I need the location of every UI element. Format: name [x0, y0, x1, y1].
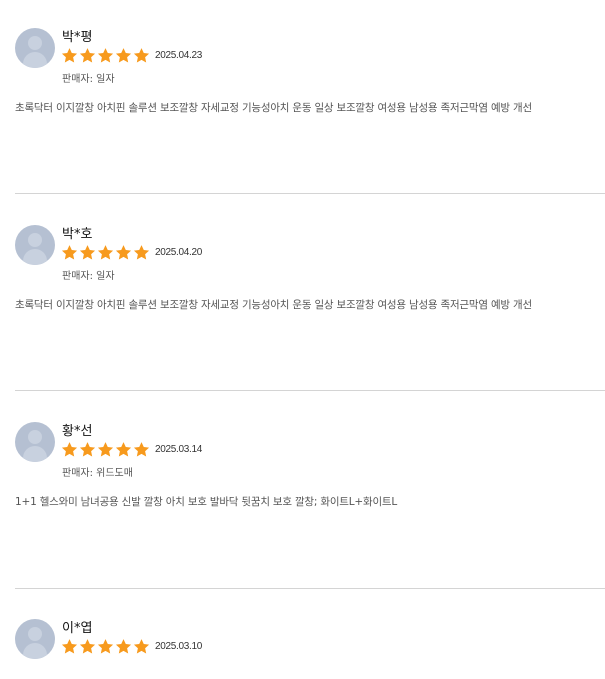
avatar-body-shape	[23, 52, 47, 68]
divider	[15, 390, 605, 391]
star-icon	[61, 244, 78, 259]
seller-label: 판매자: 일자	[62, 74, 115, 85]
reviewer-name: 박*평	[62, 30, 93, 45]
avatar-head-shape	[28, 233, 42, 247]
star-icon	[79, 47, 96, 62]
star-icon	[97, 47, 114, 62]
star-icon	[97, 244, 114, 259]
review-header: 황*선 2025.03.14 판매자: 위드도매	[15, 422, 605, 482]
avatar-head-shape	[28, 36, 42, 50]
review-item: 이*엽 2025.03.10	[15, 619, 605, 679]
seller-label: 판매자: 일자	[62, 271, 115, 282]
review-item: 박*호 2025.04.20 판매자: 일자 초록닥터 이지깔창 아치핀 솔루션…	[15, 225, 605, 311]
star-icon	[79, 441, 96, 456]
product-option-text: 초록닥터 이지깔창 아치핀 솔루션 보조깔창 자세교정 기능성아치 운동 일상 …	[15, 299, 532, 311]
star-icon	[61, 47, 78, 62]
review-item: 박*평 2025.04.23 판매자: 일자 초록닥터 이지깔창 아치핀 솔루션…	[15, 28, 605, 114]
star-icon	[133, 244, 150, 259]
review-item: 황*선 2025.03.14 판매자: 위드도매 1+1 헬스와미 남녀공용 신…	[15, 422, 605, 508]
star-icon	[115, 244, 132, 259]
star-icon	[133, 47, 150, 62]
reviewer-name: 황*선	[62, 424, 93, 439]
star-icon	[133, 638, 150, 653]
avatar-head-shape	[28, 627, 42, 641]
avatar-head-shape	[28, 430, 42, 444]
star-icon	[133, 441, 150, 456]
star-icon	[115, 441, 132, 456]
seller-label: 판매자: 위드도매	[62, 468, 133, 479]
reviewer-name: 이*엽	[62, 621, 93, 636]
reviewer-name: 박*호	[62, 227, 93, 242]
avatar-body-shape	[23, 446, 47, 462]
star-icon	[79, 638, 96, 653]
review-date: 2025.04.20	[155, 246, 203, 258]
avatar	[15, 28, 55, 68]
star-rating: 2025.03.14	[61, 440, 202, 458]
star-icon	[97, 441, 114, 456]
review-date: 2025.03.10	[155, 640, 203, 652]
star-icon	[61, 441, 78, 456]
avatar-body-shape	[23, 249, 47, 265]
avatar	[15, 225, 55, 265]
star-rating: 2025.04.20	[61, 243, 202, 261]
review-header: 박*호 2025.04.20 판매자: 일자	[15, 225, 605, 285]
review-date: 2025.03.14	[155, 443, 203, 455]
avatar-body-shape	[23, 643, 47, 659]
avatar	[15, 619, 55, 659]
star-icon	[79, 244, 96, 259]
product-option-text: 1+1 헬스와미 남녀공용 신발 깔창 아치 보호 발바닥 뒷꿈치 보호 깔창;…	[15, 496, 398, 508]
star-icon	[115, 47, 132, 62]
avatar	[15, 422, 55, 462]
divider	[15, 588, 605, 589]
review-header: 박*평 2025.04.23 판매자: 일자	[15, 28, 605, 88]
star-icon	[97, 638, 114, 653]
review-header: 이*엽 2025.03.10	[15, 619, 605, 679]
divider	[15, 193, 605, 194]
star-rating: 2025.03.10	[61, 637, 202, 655]
review-date: 2025.04.23	[155, 49, 203, 61]
star-icon	[61, 638, 78, 653]
product-option-text: 초록닥터 이지깔창 아치핀 솔루션 보조깔창 자세교정 기능성아치 운동 일상 …	[15, 102, 532, 114]
star-icon	[115, 638, 132, 653]
star-rating: 2025.04.23	[61, 46, 202, 64]
